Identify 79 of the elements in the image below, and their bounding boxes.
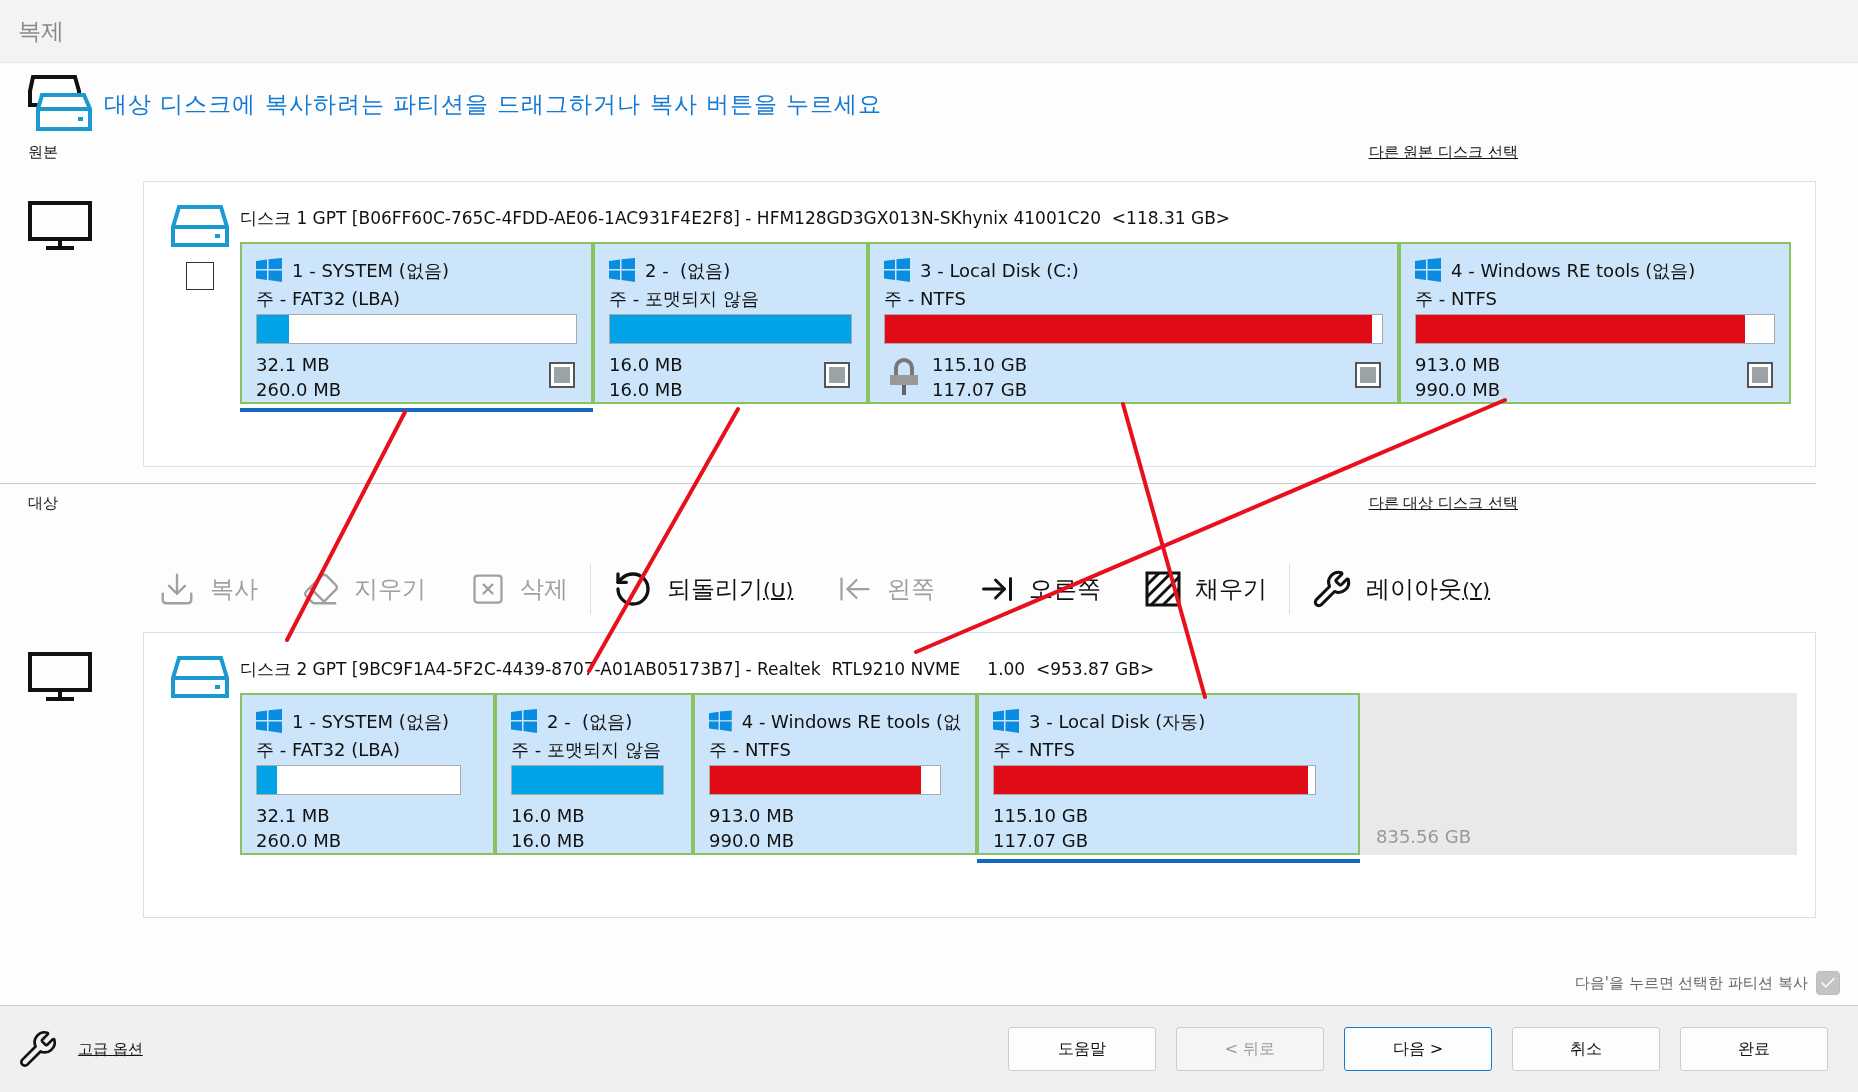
partition-card[interactable]: 3 - Local Disk (C:) 주 - NTFS 115.10 GB 117.07 GB <box>868 242 1399 404</box>
select-target-disk-link[interactable]: 다른 대상 디스크 선택 <box>1368 493 1518 513</box>
windows-icon <box>256 709 282 733</box>
partition-card[interactable]: 1 - SYSTEM (없음) 주 - FAT32 (LBA) 32.1 MB 260.0 MB <box>240 693 495 855</box>
window-title: 복제 <box>18 16 64 46</box>
partition-title: 4 - Windows RE tools (없 <box>741 709 961 734</box>
partition-type: 주 - 포맷되지 않음 <box>511 738 662 762</box>
windows-icon <box>1415 258 1441 282</box>
partition-card[interactable]: 3 - Local Disk (자동) 주 - NTFS 115.10 GB 117.07 GB <box>977 693 1360 855</box>
windows-icon <box>609 258 635 282</box>
toolbar-button[interactable]: 레이아웃(Y) <box>1290 561 1513 617</box>
partition-type: 주 - FAT32 (LBA) <box>256 287 401 311</box>
partition-checkbox[interactable] <box>1355 362 1381 388</box>
partition-title: 4 - Windows RE tools (없음) <box>1451 258 1696 283</box>
partition-type: 주 - NTFS <box>993 738 1076 762</box>
partition-card[interactable]: 4 - Windows RE tools (없 주 - NTFS 913.0 MB 990.0 MB <box>693 693 977 855</box>
dialog-button[interactable]: 취소 <box>1512 1027 1660 1071</box>
partition-card[interactable]: 4 - Windows RE tools (없음) 주 - NTFS 913.0 MB 990.0 MB <box>1399 242 1791 404</box>
unallocated-size: 835.56 GB <box>1376 826 1471 847</box>
copy-option-label: 다음'을 누르면 선택한 파티션 복사 <box>1574 973 1808 993</box>
partition-size: 16.0 MB <box>511 829 585 853</box>
toolbar-button[interactable]: 채우기 <box>1123 561 1290 617</box>
advanced-options-link[interactable]: 고급 옵션 <box>78 1039 143 1059</box>
hatch-fill-icon <box>1145 571 1182 607</box>
partition-type: 주 - NTFS <box>1415 287 1498 311</box>
partition-size: 990.0 MB <box>709 829 795 853</box>
partition-title: 2 - (없음) <box>547 709 633 734</box>
windows-icon <box>709 709 732 733</box>
partition-title: 1 - SYSTEM (없음) <box>292 709 449 734</box>
partition-checkbox[interactable] <box>549 362 575 388</box>
partition-type: 주 - NTFS <box>709 738 792 762</box>
partition-size: 260.0 MB <box>256 378 342 402</box>
used-size: 16.0 MB <box>609 353 683 377</box>
partition-type: 주 - FAT32 (LBA) <box>256 738 401 762</box>
wrench-icon <box>1312 569 1353 609</box>
partition-checkbox[interactable] <box>824 362 850 388</box>
disk-title: 디스크 2 GPT [9BC9F1A4-5F2C-4439-8707-A01AB05173B7] - Realtek RTL9210 NVME 1.00 <953.87 GB> <box>240 658 1156 681</box>
partition-card[interactable]: 2 - (없음) 주 - 포맷되지 않음 16.0 MB 16.0 MB <box>593 242 868 404</box>
used-size: 16.0 MB <box>511 804 585 828</box>
partition-size: 990.0 MB <box>1415 378 1501 402</box>
partition-size: 117.07 GB <box>993 829 1088 853</box>
windows-icon <box>993 709 1019 733</box>
toolbar-button[interactable]: 되돌리기(U) <box>591 561 816 617</box>
partition-title: 3 - Local Disk (자동) <box>1029 709 1206 734</box>
partition-title: 1 - SYSTEM (없음) <box>292 258 449 283</box>
partition-card[interactable]: 2 - (없음) 주 - 포맷되지 않음 16.0 MB 16.0 MB <box>495 693 693 855</box>
partition-title: 2 - (없음) <box>645 258 731 283</box>
disk-checkbox[interactable] <box>186 262 214 290</box>
used-size: 32.1 MB <box>256 353 331 377</box>
select-source-disk-link[interactable]: 다른 원본 디스크 선택 <box>1368 142 1518 162</box>
windows-icon <box>256 258 282 282</box>
dialog-button[interactable]: 다음 > <box>1344 1027 1492 1071</box>
partition-checkbox[interactable] <box>1747 362 1773 388</box>
used-size: 913.0 MB <box>709 804 795 828</box>
windows-icon <box>884 258 910 282</box>
copy-option-checkbox[interactable] <box>1816 971 1840 995</box>
instruction-text: 대상 디스크에 복사하려는 파티션을 드래그하거나 복사 버튼을 누르세요 <box>104 89 883 119</box>
undo-icon <box>613 569 653 609</box>
partition-type: 주 - 포맷되지 않음 <box>609 287 760 311</box>
monitor-icon <box>28 652 92 702</box>
dialog-button[interactable]: 완료 <box>1680 1027 1828 1071</box>
partition-card[interactable]: 1 - SYSTEM (없음) 주 - FAT32 (LBA) 32.1 MB 260.0 MB <box>240 242 593 404</box>
source-label: 원본 <box>28 142 58 162</box>
disk-title: 디스크 1 GPT [B06FF60C-765C-4FDD-AE06-1AC931F4E2F8] - HFM128GD3GX013N-SKhynix 41001C20 <118.31 GB> <box>240 207 1232 230</box>
wrench-icon <box>18 1029 58 1069</box>
used-size: 913.0 MB <box>1415 353 1501 377</box>
square-x-icon <box>470 571 506 607</box>
windows-icon <box>511 709 537 733</box>
partition-size: 16.0 MB <box>609 378 683 402</box>
partition-size: 117.07 GB <box>932 378 1027 402</box>
partition-title: 3 - Local Disk (C:) <box>920 258 1079 283</box>
partition-type: 주 - NTFS <box>884 287 967 311</box>
dialog-button[interactable]: 도움말 <box>1008 1027 1156 1071</box>
target-label: 대상 <box>28 493 58 513</box>
monitor-icon <box>28 201 92 251</box>
used-size: 32.1 MB <box>256 804 331 828</box>
used-size: 115.10 GB <box>932 353 1027 377</box>
partition-size: 260.0 MB <box>256 829 342 853</box>
used-size: 115.10 GB <box>993 804 1088 828</box>
